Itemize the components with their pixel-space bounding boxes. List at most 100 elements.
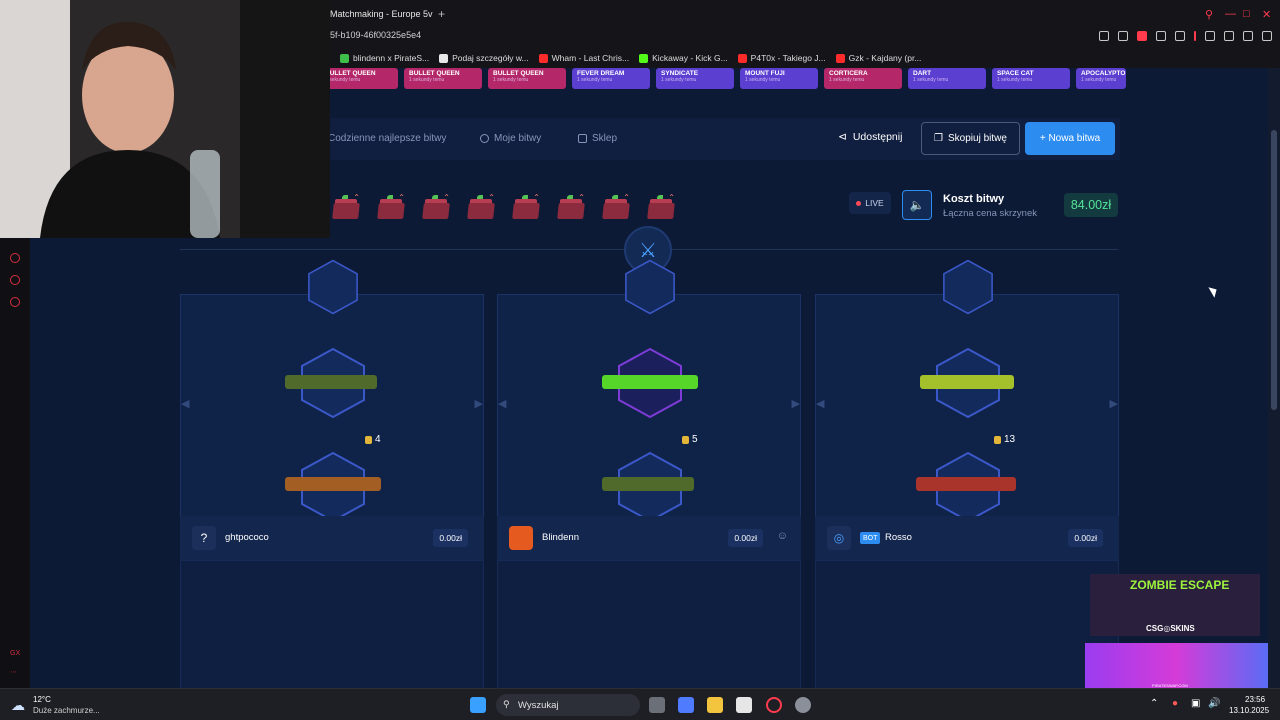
player-column: ◀ ▶ 4 ? ghtpococo 0.00zł xyxy=(180,259,484,688)
battle-case-icon[interactable]: ⌃ xyxy=(465,193,496,221)
copy-battle-button[interactable]: ❐ Skopiuj bitwę xyxy=(921,122,1020,155)
player-value: 0.00zł xyxy=(728,529,763,547)
task-view-icon[interactable] xyxy=(649,697,665,713)
menu-icon[interactable] xyxy=(1262,31,1272,41)
ad-title: ZOMBIE ESCAPE xyxy=(1130,578,1230,592)
clock-date[interactable]: 13.10.2025 xyxy=(1229,706,1269,715)
battle-cost-value: 84.00zł xyxy=(1064,193,1118,217)
bookmarks-bar: blindenn x PirateS... Podaj szczegóły w.… xyxy=(340,53,931,63)
bookmark-item[interactable]: blindenn x PirateS... xyxy=(340,53,429,63)
pinboard-icon[interactable] xyxy=(10,275,20,285)
avatar[interactable]: ? xyxy=(192,526,216,550)
share-button[interactable]: ⊲ Udostępnij xyxy=(838,131,902,143)
battle-case-icon[interactable]: ⌃ xyxy=(375,193,406,221)
live-drop-chip[interactable]: DART 1 sekundy temu xyxy=(908,68,986,89)
weapon-image xyxy=(285,375,377,389)
tray-chevron-icon[interactable]: ⌃ xyxy=(1150,698,1158,709)
battle-case-icon[interactable]: ⌃ xyxy=(600,193,631,221)
bookmark-item[interactable]: Wham - Last Chris... xyxy=(538,53,629,63)
player-name[interactable]: ghtpococo xyxy=(225,532,269,543)
minimize-button[interactable]: — xyxy=(1225,8,1236,20)
taskbar-search[interactable]: ⚲ Wyszukaj xyxy=(496,694,640,716)
pocket-icon[interactable] xyxy=(1137,31,1147,41)
player-name[interactable]: Blindenn xyxy=(542,532,579,543)
battle-case-icon[interactable]: ⌃ xyxy=(555,193,586,221)
live-drop-chip[interactable]: SYNDICATE 1 sekundy temu xyxy=(656,68,734,89)
volume-icon[interactable]: 🔊 xyxy=(1208,698,1220,709)
bookmark-item[interactable]: P4T0x - Takiego J... xyxy=(737,53,826,63)
emoji-icon[interactable]: ☺ xyxy=(777,530,788,542)
more-icon[interactable]: ⋯ xyxy=(10,668,17,676)
sound-toggle-button[interactable]: 🔈 xyxy=(902,190,932,220)
webcam-overlay xyxy=(0,0,330,238)
play-icon[interactable] xyxy=(1156,31,1166,41)
player-bar: Blindenn 0.00zł ☺ xyxy=(497,516,801,560)
scrollbar-thumb[interactable] xyxy=(1271,130,1277,410)
page-scrollbar[interactable] xyxy=(1268,68,1280,688)
display-icon[interactable]: ▣ xyxy=(1191,698,1200,709)
weather-icon[interactable]: ☁ xyxy=(11,697,25,714)
spin-reel: ◀ ▶ 5 xyxy=(497,259,801,523)
weather-temp[interactable]: 12°C xyxy=(33,695,51,704)
battle-case-icon[interactable]: ⌃ xyxy=(645,193,676,221)
start-icon[interactable] xyxy=(470,697,486,713)
bookmark-item[interactable]: Podaj szczegóły w... xyxy=(439,53,529,63)
live-drop-chip[interactable]: APOCALYPTO 1 sekundy temu xyxy=(1076,68,1126,89)
nav-shop[interactable]: Sklep xyxy=(578,133,617,144)
bot-avatar-icon[interactable]: ◎ xyxy=(827,526,851,550)
wallet-icon[interactable] xyxy=(1224,31,1234,41)
close-button[interactable]: ✕ xyxy=(1262,8,1271,21)
live-drop-chip[interactable]: BULLET QUEEN 1 sekundy temu xyxy=(404,68,482,89)
live-drop-chip[interactable]: FEVER DREAM 1 sekundy temu xyxy=(572,68,650,89)
weapon-image xyxy=(916,477,1016,491)
ad-brand: CSG◎SKINS xyxy=(1146,624,1195,633)
microphone-icon[interactable]: ● xyxy=(1172,698,1178,709)
live-drop-chip[interactable]: SPACE CAT 1 sekundy temu xyxy=(992,68,1070,89)
battle-case-icon[interactable]: ⌃ xyxy=(510,193,541,221)
extensions-icon[interactable] xyxy=(1205,31,1215,41)
nav-my-battles[interactable]: Moje bitwy xyxy=(480,133,541,144)
clock-time[interactable]: 23:56 xyxy=(1245,695,1265,704)
settings-icon[interactable] xyxy=(10,297,20,307)
history-icon[interactable] xyxy=(10,253,20,263)
tab-matchmaking[interactable]: Matchmaking - Europe 5v xyxy=(330,9,433,19)
live-drop-chip[interactable]: CORTICERA 1 sekundy temu xyxy=(824,68,902,89)
bookmark-item[interactable]: Gzk - Kajdany (pr... xyxy=(835,53,921,63)
copilot-icon[interactable] xyxy=(678,697,694,713)
bookmark-item[interactable]: Kickaway - Kick G... xyxy=(639,53,728,63)
opera-gx-icon[interactable] xyxy=(766,697,782,713)
coin-icon xyxy=(994,435,1001,444)
live-drop-chip[interactable]: BULLET QUEEN 1 sekundy temu xyxy=(488,68,566,89)
download-icon[interactable] xyxy=(1243,31,1253,41)
zombie-escape-ad[interactable]: ZOMBIE ESCAPE CSG◎SKINS xyxy=(1090,574,1260,636)
player-bar: ? ghtpococo 0.00zł xyxy=(180,516,484,560)
player-name[interactable]: Rosso xyxy=(885,532,912,543)
results-area xyxy=(815,560,1119,688)
battle-case-icon[interactable]: ⌃ xyxy=(420,193,451,221)
maximize-button[interactable]: □ xyxy=(1243,8,1250,20)
battle-case-icon[interactable]: ⌃ xyxy=(330,193,361,221)
avatar[interactable] xyxy=(509,526,533,550)
nav-daily-battles[interactable]: Codzienne najlepsze bitwy xyxy=(328,133,446,144)
snapshot-icon[interactable] xyxy=(1118,31,1128,41)
live-drop-chip[interactable]: MOUNT FUJI 1 sekundy temu xyxy=(740,68,818,89)
windows-taskbar: ☁ 12°C Duże zachmurze... ⚲ Wyszukaj ⌃ ● ▣… xyxy=(0,688,1280,720)
live-drop-chip[interactable]: BULLET QUEEN 1 sekundy temu xyxy=(320,68,398,89)
file-explorer-icon[interactable] xyxy=(707,697,723,713)
pin-icon[interactable] xyxy=(1099,31,1109,41)
store-icon[interactable] xyxy=(736,697,752,713)
heart-icon[interactable] xyxy=(1175,31,1185,41)
live-drops-strip: BULLET QUEEN 1 sekundy temu BULLET QUEEN 1… xyxy=(320,68,1126,89)
pirateswap-ad[interactable]: PIRATESWAP.COM xyxy=(1085,643,1268,691)
bookmark-icon xyxy=(439,53,449,63)
address-bar[interactable]: 5f-b109-46f00325e5e4 xyxy=(330,30,421,40)
cart-icon xyxy=(578,134,587,143)
search-icon[interactable]: ⚲ xyxy=(1205,8,1213,21)
spin-reel: ◀ ▶ 13 xyxy=(815,259,1119,523)
search-icon: ⚲ xyxy=(503,699,510,709)
steam-icon[interactable] xyxy=(795,697,811,713)
youtube-icon xyxy=(737,53,747,63)
weather-desc[interactable]: Duże zachmurze... xyxy=(33,706,100,715)
new-battle-button[interactable]: + Nowa bitwa xyxy=(1025,122,1115,155)
new-tab-button[interactable]: + xyxy=(438,7,445,21)
